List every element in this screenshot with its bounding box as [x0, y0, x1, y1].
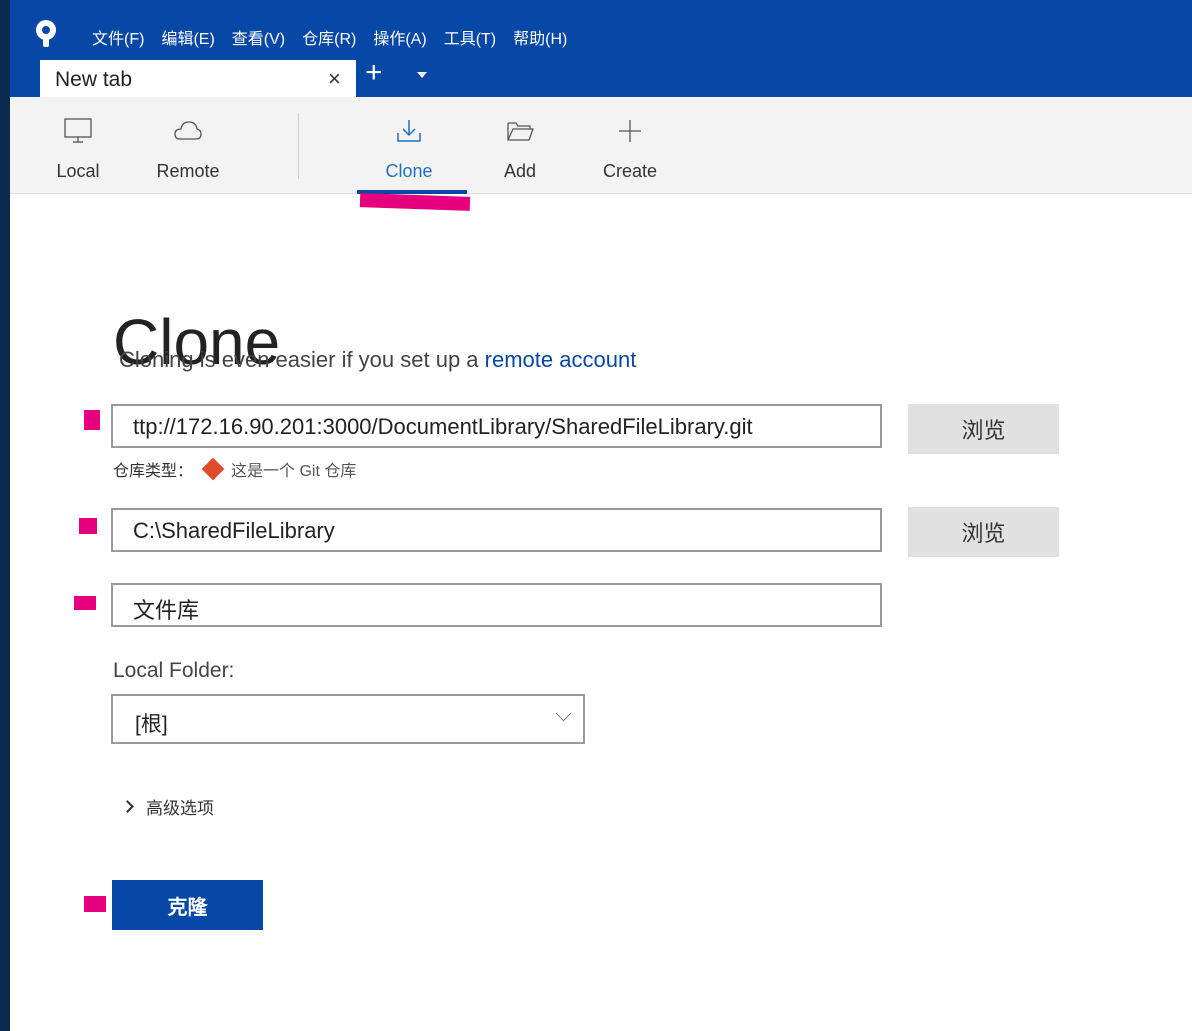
tab-label: New tab: [55, 68, 133, 91]
repo-type-value: 这是一个 Git 仓库: [231, 463, 357, 480]
toolbar-remote-label: Remote: [156, 161, 220, 181]
toolbar: Local Remote Clone Add Create: [10, 97, 1192, 194]
repo-name-value: 文件库: [133, 598, 200, 623]
subtitle-text: Cloning is even easier if you set up a: [119, 347, 479, 372]
monitor-icon: [64, 118, 92, 143]
tab-new-tab[interactable]: New tab ×: [40, 60, 356, 97]
chevron-right-icon: [121, 800, 134, 813]
annotation-marker: [79, 518, 97, 534]
tab-close-icon[interactable]: ×: [328, 66, 341, 92]
menu-help[interactable]: 帮助(H): [513, 25, 567, 49]
menu-tools[interactable]: 工具(T): [444, 25, 496, 49]
add-tab-icon[interactable]: +: [365, 58, 383, 88]
repo-name-field[interactable]: 文件库: [111, 583, 882, 627]
menu-file[interactable]: 文件(F): [92, 25, 144, 49]
source-url-value: ttp://172.16.90.201:3000/DocumentLibrary…: [133, 414, 753, 439]
advanced-options-label: 高级选项: [146, 799, 214, 818]
browse-destination-button[interactable]: 浏览: [908, 507, 1059, 557]
local-folder-label: Local Folder:: [113, 659, 235, 682]
toolbar-add-label: Add: [503, 161, 537, 181]
repo-type-label: 仓库类型：: [113, 463, 194, 480]
chevron-down-icon: [555, 705, 572, 722]
toolbar-create-button[interactable]: Create: [595, 97, 665, 193]
git-icon: [201, 457, 225, 481]
destination-path-field[interactable]: C:\SharedFileLibrary: [111, 508, 882, 552]
download-icon: [397, 120, 421, 142]
toolbar-local-label: Local: [56, 161, 100, 181]
source-url-field[interactable]: ttp://172.16.90.201:3000/DocumentLibrary…: [111, 404, 882, 448]
toolbar-clone-label: Clone: [385, 161, 433, 181]
remote-account-link[interactable]: remote account: [485, 347, 637, 372]
tab-dropdown-icon[interactable]: [417, 72, 427, 78]
toolbar-local-button[interactable]: Local: [48, 97, 108, 193]
destination-path-value: C:\SharedFileLibrary: [133, 518, 335, 543]
menu-edit[interactable]: 编辑(E): [161, 25, 214, 49]
page-subtitle: Cloning is even easier if you set up a r…: [119, 347, 636, 373]
folder-open-icon: [507, 122, 534, 141]
menu-bar: 文件(F) 编辑(E) 查看(V) 仓库(R) 操作(A) 工具(T) 帮助(H…: [92, 25, 567, 49]
annotation-marker: [84, 896, 106, 912]
clone-button[interactable]: 克隆: [112, 880, 263, 930]
repo-type-info: 仓库类型： 这是一个 Git 仓库: [113, 457, 356, 481]
toolbar-separator: [298, 113, 299, 179]
local-folder-value: [根]: [135, 713, 168, 736]
local-folder-select[interactable]: [根]: [111, 694, 585, 744]
toolbar-create-label: Create: [602, 161, 658, 181]
annotation-marker: [84, 410, 100, 430]
menu-actions[interactable]: 操作(A): [373, 25, 426, 49]
toolbar-clone-button[interactable]: Clone: [374, 97, 444, 193]
cloud-icon: [174, 121, 202, 140]
browse-source-button[interactable]: 浏览: [908, 404, 1059, 454]
menu-view[interactable]: 查看(V): [232, 25, 285, 49]
advanced-options-toggle[interactable]: 高级选项: [121, 794, 214, 819]
toolbar-remote-button[interactable]: Remote: [143, 97, 233, 193]
plus-icon: [619, 120, 641, 142]
sourcetree-logo-icon: [36, 20, 56, 47]
window-edge: [0, 0, 10, 1031]
annotation-marker: [74, 596, 96, 610]
annotation-marker: [359, 193, 471, 211]
menu-repository[interactable]: 仓库(R): [302, 25, 356, 49]
toolbar-add-button[interactable]: Add: [490, 97, 550, 193]
